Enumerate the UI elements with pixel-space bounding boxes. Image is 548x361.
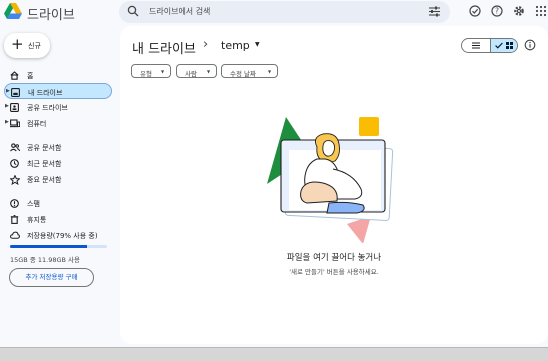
plus-icon: + bbox=[11, 35, 24, 53]
expand-caret-icon[interactable]: ▶ bbox=[6, 88, 10, 94]
sidebar-item-storage[interactable]: 저장용량(79% 사용 중) bbox=[4, 227, 112, 243]
filter-chip-label: 사람 bbox=[185, 70, 197, 78]
buy-storage-button[interactable]: 추가 저장용량 구매 bbox=[9, 268, 94, 287]
search-input[interactable]: 드라이브에서 검색 bbox=[149, 6, 210, 17]
storage-usage-bar bbox=[10, 245, 107, 248]
sidebar-item-label: 컴퓨터 bbox=[27, 120, 47, 128]
sidebar-item-label: 최근 문서함 bbox=[27, 160, 62, 168]
drive-logo-icon bbox=[4, 3, 22, 19]
sidebar-item-label: 휴지통 bbox=[27, 216, 47, 224]
sidebar-item-label: 홈 bbox=[27, 72, 34, 80]
settings-gear-icon[interactable] bbox=[513, 5, 525, 17]
sidebar-item-spam[interactable]: 스팸 bbox=[4, 195, 112, 211]
empty-state-subtitle: '새로 만들기' 버튼을 사용하세요. bbox=[289, 268, 379, 276]
expand-caret-icon[interactable]: ▶ bbox=[5, 103, 9, 109]
list-view-button[interactable] bbox=[462, 39, 490, 52]
sidebar-item-label: 공유 문서함 bbox=[27, 144, 62, 152]
chevron-down-icon: ▼ bbox=[268, 69, 272, 74]
grid-view-icon bbox=[506, 42, 513, 49]
sidebar-item-recent[interactable]: 최근 문서함 bbox=[4, 155, 112, 171]
search-icon[interactable] bbox=[127, 5, 139, 17]
sidebar-item-starred[interactable]: 중요 문서함 bbox=[4, 171, 112, 187]
search-bar[interactable]: 드라이브에서 검색 bbox=[119, 1, 450, 23]
chevron-down-icon: ▼ bbox=[161, 69, 165, 74]
chevron-down-icon: ▼ bbox=[207, 69, 211, 74]
sidebar-item-my-drive[interactable]: ▶ 내 드라이브 bbox=[4, 83, 112, 99]
star-icon bbox=[10, 175, 20, 185]
search-options-icon[interactable] bbox=[429, 6, 440, 17]
help-icon[interactable]: ? bbox=[491, 5, 503, 17]
app-title: 드라이브 bbox=[27, 8, 75, 23]
breadcrumb-root[interactable]: 내 드라이브 bbox=[132, 38, 196, 57]
folder-menu-caret-icon[interactable]: ▼ bbox=[255, 41, 260, 48]
grid-view-button[interactable] bbox=[490, 39, 517, 52]
apps-grid-icon[interactable] bbox=[535, 5, 547, 17]
expand-caret-icon[interactable]: ▶ bbox=[5, 119, 9, 125]
filter-chip-label: 유형 bbox=[140, 70, 152, 78]
sidebar-item-label: 중요 문서함 bbox=[27, 176, 62, 184]
info-icon[interactable] bbox=[524, 39, 536, 51]
os-taskbar bbox=[0, 347, 548, 361]
filter-chip-type[interactable]: 유형 ▼ bbox=[131, 64, 171, 78]
computer-icon bbox=[10, 119, 20, 128]
sidebar-item-home[interactable]: 홈 bbox=[4, 67, 112, 83]
sidebar-item-label: 내 드라이브 bbox=[28, 89, 63, 97]
cloud-icon bbox=[10, 231, 20, 239]
filter-chip-people[interactable]: 사람 ▼ bbox=[176, 64, 217, 78]
sidebar-item-shared-drives[interactable]: ▶ 공유 드라이브 bbox=[4, 99, 112, 115]
storage-usage-fill bbox=[10, 245, 87, 248]
sidebar-item-trash[interactable]: 휴지통 bbox=[4, 211, 112, 227]
shared-drive-icon bbox=[10, 103, 19, 112]
main-panel: 내 드라이브 › temp ▼ 유형 ▼ 사람 ▼ 수정 날짜 ▼ 파일을 여기… bbox=[120, 26, 548, 344]
list-view-icon bbox=[472, 42, 480, 49]
new-button-label: 신규 bbox=[28, 42, 41, 50]
new-button[interactable]: + 신규 bbox=[4, 33, 50, 58]
sidebar-item-label: 공유 드라이브 bbox=[27, 104, 68, 112]
empty-folder-illustration bbox=[267, 117, 394, 243]
filter-chip-modified[interactable]: 수정 날짜 ▼ bbox=[221, 64, 278, 78]
view-toggle[interactable] bbox=[461, 38, 518, 53]
breadcrumb-separator: › bbox=[203, 37, 209, 52]
sidebar-item-label: 스팸 bbox=[27, 200, 40, 208]
storage-usage-text: 15GB 중 11.98GB 사용 bbox=[10, 256, 81, 264]
breadcrumb-current-folder[interactable]: temp bbox=[221, 39, 250, 52]
sidebar-item-computers[interactable]: ▶ 컴퓨터 bbox=[4, 115, 112, 131]
sidebar-item-shared-with-me[interactable]: 공유 문서함 bbox=[4, 139, 112, 155]
filter-chip-label: 수정 날짜 bbox=[230, 70, 256, 78]
sidebar-item-label: 저장용량(79% 사용 중) bbox=[27, 232, 98, 240]
offline-status-icon[interactable] bbox=[469, 5, 481, 17]
home-icon bbox=[10, 71, 19, 80]
empty-state-title: 파일을 여기 끌어다 놓거나 bbox=[286, 253, 382, 263]
trash-icon bbox=[10, 215, 19, 224]
recent-icon bbox=[10, 159, 19, 168]
svg-text:?: ? bbox=[495, 7, 499, 16]
spam-icon bbox=[10, 199, 19, 208]
shared-with-me-icon bbox=[10, 143, 20, 152]
my-drive-icon bbox=[11, 88, 20, 97]
checkmark-icon bbox=[495, 42, 503, 49]
